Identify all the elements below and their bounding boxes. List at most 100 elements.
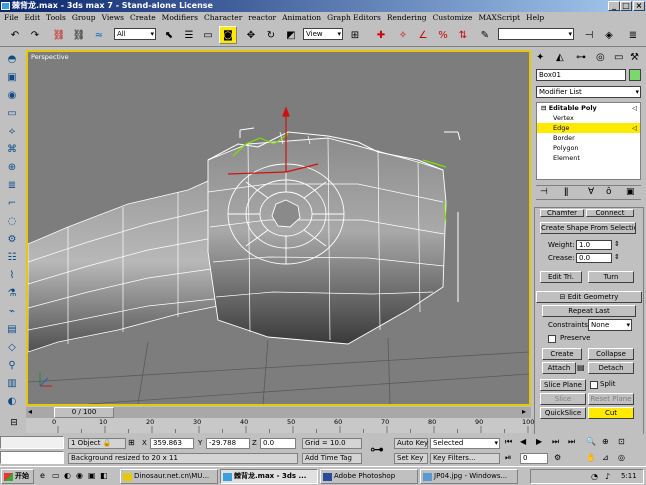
goto-start-icon[interactable]: ⏮ xyxy=(505,437,512,447)
stack-border[interactable]: Border xyxy=(537,133,640,143)
tool-icon-14[interactable]: ⚗ xyxy=(3,285,21,301)
task-image-viewer[interactable]: JP04.jpg - Windows... xyxy=(420,469,518,484)
attach-button[interactable]: Attach xyxy=(542,362,576,374)
pan-icon[interactable]: ✋ xyxy=(586,453,596,462)
window-crossing-icon[interactable]: ◙ xyxy=(219,26,237,44)
slice-button[interactable]: Slice xyxy=(540,393,586,405)
tool-icon-1[interactable]: ◓ xyxy=(3,51,21,67)
perspective-viewport[interactable]: Perspective xyxy=(26,50,531,406)
object-color-swatch[interactable] xyxy=(629,69,641,81)
tool-icon-8[interactable]: ≣ xyxy=(3,177,21,193)
cut-button[interactable]: Cut xyxy=(588,407,634,419)
zoom-extents-icon[interactable]: ⊡ xyxy=(618,437,625,446)
x-coordinate-field[interactable]: 359.863 xyxy=(150,438,194,449)
tool-icon-6[interactable]: ⌘ xyxy=(3,141,21,157)
fov-icon[interactable]: ⊿ xyxy=(602,453,609,462)
unlink-icon[interactable]: ⛓ xyxy=(70,26,88,44)
stack-element[interactable]: Element xyxy=(537,153,640,163)
pivot-icon[interactable]: ⊞ xyxy=(346,26,364,44)
move-icon[interactable]: ✥ xyxy=(242,26,260,44)
close-button[interactable]: × xyxy=(633,1,645,11)
task-photoshop[interactable]: Adobe Photoshop xyxy=(320,469,418,484)
bind-spacewarp-icon[interactable]: ≈ xyxy=(90,26,108,44)
z-coordinate-field[interactable]: 0.0 xyxy=(260,438,296,449)
utilities-tab-icon[interactable]: ⚒ xyxy=(630,52,639,63)
stack-root[interactable]: ⊟ Editable Poly ◁ xyxy=(537,103,640,113)
configure-sets-icon[interactable]: ▣ xyxy=(626,187,635,197)
prev-frame-icon[interactable]: ◀ xyxy=(520,437,526,446)
turn-button[interactable]: Turn xyxy=(588,271,634,283)
quicklaunch-icon-4[interactable]: ◉ xyxy=(76,471,83,480)
next-frame-icon[interactable]: ⏭ xyxy=(552,437,559,447)
percent-snap-icon[interactable]: % xyxy=(434,26,452,44)
set-key-icon[interactable]: ⊶ xyxy=(370,442,384,458)
timeline-ruler[interactable]: 0 10 20 30 40 50 60 70 80 90 100 xyxy=(26,418,534,433)
chamfer-button[interactable]: Chamfer xyxy=(540,209,584,217)
y-coordinate-field[interactable]: -29.788 xyxy=(206,438,250,449)
track-bar-icon[interactable]: ⊟ xyxy=(4,418,24,432)
menu-file[interactable]: File xyxy=(4,13,18,22)
weight-spinner-arrows[interactable]: ⇕ xyxy=(614,240,620,248)
stack-polygon[interactable]: Polygon xyxy=(537,143,640,153)
stack-vertex[interactable]: Vertex xyxy=(537,113,640,123)
select-link-icon[interactable]: ⛓ xyxy=(50,26,68,44)
angle-snap-icon[interactable]: ∠ xyxy=(414,26,432,44)
redo-icon[interactable]: ↷ xyxy=(26,26,44,44)
key-filter-dropdown[interactable]: Selected ▾ xyxy=(430,438,500,449)
crease-spinner[interactable]: 0.0 xyxy=(576,253,612,263)
scale-icon[interactable]: ◩ xyxy=(282,26,300,44)
time-slider-track[interactable]: 0 / 100 ◂ ▸ xyxy=(26,407,531,418)
tool-icon-15[interactable]: ⌁ xyxy=(3,303,21,319)
menu-modifiers[interactable]: Modifiers xyxy=(162,13,198,22)
slice-plane-button[interactable]: Slice Plane xyxy=(540,379,586,391)
named-selection-set-dropdown[interactable]: ▾ xyxy=(498,28,574,40)
object-name-field[interactable]: Box01 xyxy=(536,69,626,81)
tool-icon-13[interactable]: ⌇ xyxy=(3,267,21,283)
selection-filter-dropdown[interactable]: All ▾ xyxy=(114,28,156,40)
quickslice-button[interactable]: QuickSlice xyxy=(540,407,586,419)
attach-list-icon[interactable]: ▤ xyxy=(577,363,585,372)
spinner-snap-icon[interactable]: ⇅ xyxy=(454,26,472,44)
reset-plane-button[interactable]: Reset Plane xyxy=(588,393,634,405)
edit-geometry-rollout[interactable]: ⊟ Edit Geometry xyxy=(536,291,642,303)
select-by-name-icon[interactable]: ☰ xyxy=(180,26,198,44)
minimize-button[interactable]: _ xyxy=(608,1,620,11)
menu-create[interactable]: Create xyxy=(130,13,156,22)
tool-icon-10[interactable]: ◌ xyxy=(3,213,21,229)
tool-icon-19[interactable]: ▥ xyxy=(3,375,21,391)
tool-icon-11[interactable]: ⚙ xyxy=(3,231,21,247)
rotate-icon[interactable]: ↻ xyxy=(262,26,280,44)
task-3dsmax[interactable]: 棘背龙.max - 3ds ... xyxy=(220,469,318,484)
zoom-all-icon[interactable]: ⊕ xyxy=(602,437,609,446)
key-filters-button[interactable]: Key Filters... xyxy=(430,453,500,464)
create-button[interactable]: Create xyxy=(542,348,582,360)
create-tab-icon[interactable]: ✦ xyxy=(536,52,544,63)
time-slider-thumb[interactable]: 0 / 100 xyxy=(54,407,114,418)
snap-toggle-icon[interactable]: ✧ xyxy=(394,26,412,44)
menu-reactor[interactable]: reactor xyxy=(248,13,276,22)
stack-edge[interactable]: Edge ◁ xyxy=(537,123,640,133)
select-object-icon[interactable]: ⬉ xyxy=(160,26,178,44)
repeat-last-button[interactable]: Repeat Last xyxy=(542,305,636,317)
remove-modifier-icon[interactable]: ô xyxy=(606,187,612,197)
maxscript-listener-bottom[interactable] xyxy=(0,451,64,464)
layer-manager-icon[interactable]: ≣ xyxy=(624,26,642,44)
key-mode-icon[interactable]: ⏯ xyxy=(505,453,511,463)
tool-icon-9[interactable]: ⌐ xyxy=(3,195,21,211)
play-icon[interactable]: ▶ xyxy=(536,437,542,446)
tool-icon-5[interactable]: ⟡ xyxy=(3,123,21,139)
menu-animation[interactable]: Animation xyxy=(282,13,321,22)
pin-stack-icon[interactable]: ⊣ xyxy=(540,187,548,197)
tray-icon[interactable]: ◔ xyxy=(591,470,598,483)
show-end-result-icon[interactable]: ǁ xyxy=(564,187,568,197)
quicklaunch-desktop-icon[interactable]: ▭ xyxy=(52,471,60,480)
zoom-icon[interactable]: 🔍 xyxy=(586,437,596,446)
motion-tab-icon[interactable]: ◎ xyxy=(596,52,605,63)
select-manipulate-icon[interactable]: ✚ xyxy=(372,26,390,44)
tool-icon-3[interactable]: ◉ xyxy=(3,87,21,103)
edit-tri-button[interactable]: Edit Tri. xyxy=(540,271,582,283)
add-time-tag-button[interactable]: Add Time Tag xyxy=(302,453,362,464)
current-frame-field[interactable]: 0 xyxy=(520,453,548,464)
collapse-button[interactable]: Collapse xyxy=(588,348,634,360)
undo-icon[interactable]: ↶ xyxy=(6,26,24,44)
